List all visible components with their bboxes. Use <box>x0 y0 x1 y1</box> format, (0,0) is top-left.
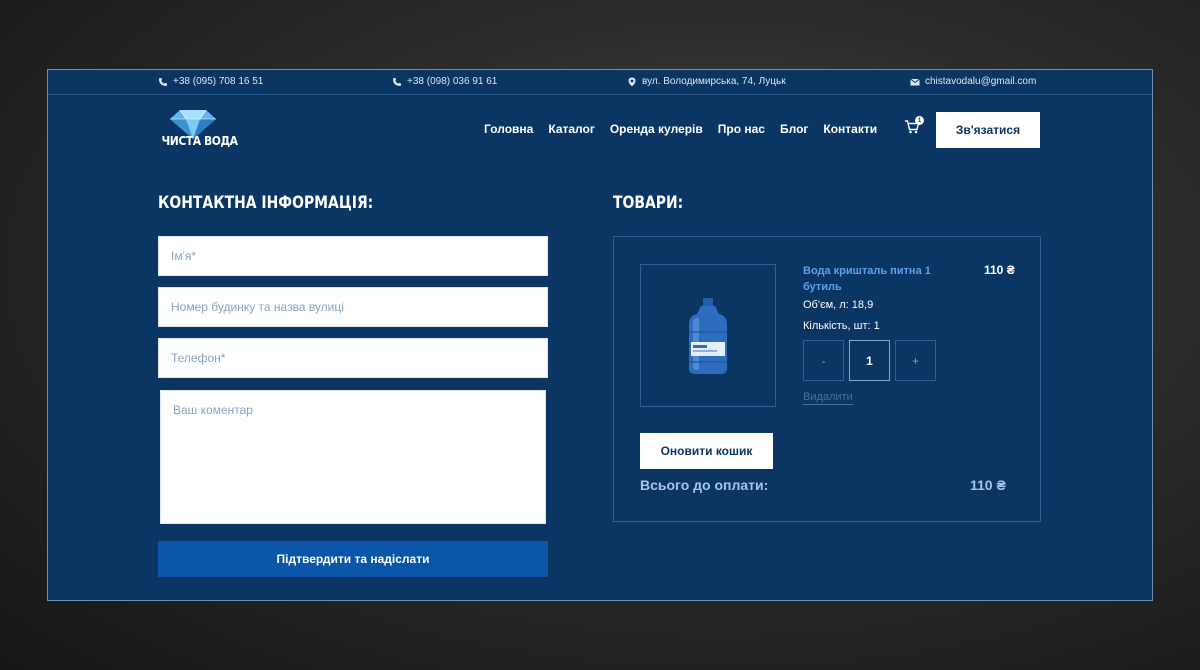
phone-1[interactable]: +38 (095) 708 16 51 <box>158 76 263 87</box>
remove-item-link[interactable]: Видалити <box>803 391 853 405</box>
product-quantity: Кількість, шт: 1 <box>803 320 880 332</box>
address-field[interactable]: Номер будинку та назва вулиці <box>158 287 548 327</box>
location-pin-icon <box>628 77 636 86</box>
water-bottle-icon <box>689 297 727 374</box>
main-nav: Головна Каталог Оренда кулерів Про нас Б… <box>484 122 877 136</box>
product-price: 110 ₴ <box>984 263 1015 277</box>
comment-placeholder: Ваш коментар <box>173 403 253 417</box>
mail-icon <box>910 78 920 85</box>
phone-1-text: +38 (095) 708 16 51 <box>173 76 264 87</box>
address-text: вул. Володимирська, 74, Луцьк <box>642 76 786 87</box>
name-placeholder: Ім'я* <box>171 249 197 263</box>
update-cart-button[interactable]: Оновити кошик <box>640 433 773 469</box>
name-field[interactable]: Ім'я* <box>158 236 548 276</box>
cart-summary: Вода кришталь питна 1 бутиль 110 ₴ Об'єм… <box>613 236 1041 522</box>
nav-item-cooler-rental[interactable]: Оренда кулерів <box>610 122 703 136</box>
address-placeholder: Номер будинку та назва вулиці <box>171 300 344 314</box>
volume-value: 18,9 <box>851 299 874 311</box>
page-frame: +38 (095) 708 16 51 +38 (098) 036 91 61 … <box>47 69 1153 601</box>
contact-button[interactable]: Зв'язатися <box>936 112 1040 148</box>
comment-field[interactable]: Ваш коментар <box>160 390 546 524</box>
quantity-label: Кількість, шт: <box>803 320 871 332</box>
quantity-input[interactable]: 1 <box>849 340 890 381</box>
logo-text: ЧИСТА ВОДА <box>161 134 239 148</box>
email[interactable]: chistavodalu@gmail.com <box>910 76 1036 87</box>
product-name[interactable]: Вода кришталь питна 1 бутиль <box>803 263 953 295</box>
nav-item-home[interactable]: Головна <box>484 122 533 136</box>
nav-item-contacts[interactable]: Контакти <box>823 122 877 136</box>
cart-title: ТОВАРИ: <box>613 193 684 213</box>
logo[interactable]: ЧИСТА ВОДА <box>158 106 239 154</box>
cart-button[interactable]: 1 <box>904 116 924 137</box>
top-info-bar: +38 (095) 708 16 51 +38 (098) 036 91 61 … <box>48 70 1152 95</box>
phone-placeholder: Телефон* <box>171 351 226 365</box>
phone-field[interactable]: Телефон* <box>158 338 548 378</box>
email-text: chistavodalu@gmail.com <box>925 76 1037 87</box>
quantity-value: 1 <box>873 320 880 332</box>
nav-item-catalog[interactable]: Каталог <box>548 122 595 136</box>
product-volume: Об'єм, л: 18,9 <box>803 299 873 311</box>
quantity-minus-button[interactable]: - <box>803 340 844 381</box>
phone-2[interactable]: +38 (098) 036 91 61 <box>392 76 497 87</box>
cart-count-badge: 1 <box>915 116 924 125</box>
phone-2-text: +38 (098) 036 91 61 <box>407 76 498 87</box>
address[interactable]: вул. Володимирська, 74, Луцьк <box>627 76 786 87</box>
phone-icon <box>393 77 401 86</box>
nav-item-blog[interactable]: Блог <box>780 122 808 136</box>
submit-order-button[interactable]: Підтвердити та надіслати <box>158 541 548 577</box>
nav-item-about[interactable]: Про нас <box>718 122 765 136</box>
product-image[interactable] <box>640 264 776 407</box>
total-value: 110 ₴ <box>970 477 1006 493</box>
contact-info-title: КОНТАКТНА ІНФОРМАЦІЯ: <box>158 193 374 213</box>
total-label: Всього до оплати: <box>640 477 769 493</box>
phone-icon <box>159 77 167 86</box>
volume-label: Об'єм, л: <box>803 299 849 311</box>
quantity-plus-button[interactable]: + <box>895 340 936 381</box>
